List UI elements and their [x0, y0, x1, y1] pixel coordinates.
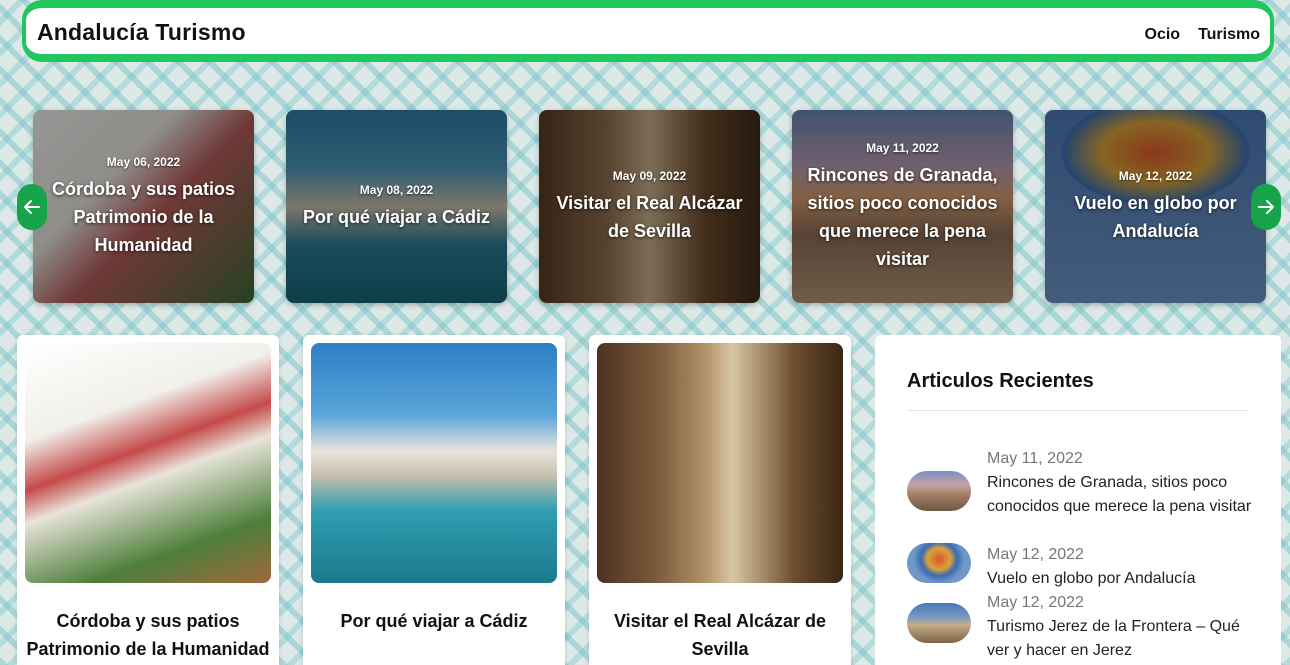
slide-title: Vuelo en globo por Andalucía: [1074, 192, 1237, 241]
slide-title: Rincones de Granada, sitios poco conocid…: [807, 164, 998, 269]
slide-cordoba[interactable]: May 06, 2022 Córdoba y sus patios Patrim…: [33, 110, 254, 303]
slide-alcazar[interactable]: May 09, 2022 Visitar el Real Alcázar de …: [539, 110, 760, 303]
recent-date: May 12, 2022: [987, 546, 1084, 563]
arrow-right-icon: [1258, 200, 1274, 214]
arrow-left-icon: [24, 200, 40, 214]
site-header: Andalucía Turismo Ocio Turismo: [22, 0, 1274, 62]
slide-title: Por qué viajar a Cádiz: [302, 206, 491, 227]
slide-date: May 11, 2022: [866, 140, 939, 155]
featured-slider: May 06, 2022 Córdoba y sus patios Patrim…: [0, 110, 1290, 304]
slide-date: May 08, 2022: [359, 182, 434, 197]
slide-granada[interactable]: May 11, 2022 Rincones de Granada, sitios…: [792, 110, 1013, 303]
recent-date: May 11, 2022: [987, 450, 1083, 467]
recent-title[interactable]: Vuelo en globo por Andalucía: [987, 567, 1252, 591]
post-thumbnail[interactable]: [311, 343, 557, 583]
main-nav: Ocio Turismo: [1145, 26, 1261, 44]
nav-link-ocio[interactable]: Ocio: [1145, 26, 1181, 44]
recent-articles-widget: Articulos Recientes May 11, 2022 Rincone…: [875, 335, 1281, 665]
recent-thumbnail[interactable]: [907, 603, 971, 643]
slide-globo[interactable]: May 12, 2022 Vuelo en globo por Andalucí…: [1045, 110, 1266, 303]
recent-title[interactable]: Rincones de Granada, sitios poco conocid…: [987, 471, 1252, 519]
recent-title[interactable]: Turismo Jerez de la Frontera – Qué ver y…: [987, 615, 1252, 663]
slide-date: May 09, 2022: [612, 168, 687, 183]
recent-date: May 12, 2022: [987, 594, 1084, 611]
recent-thumbnail[interactable]: [907, 471, 971, 511]
slide-cadiz[interactable]: May 08, 2022 Por qué viajar a Cádiz: [286, 110, 507, 303]
post-title[interactable]: Visitar el Real Alcázar de Sevilla: [595, 607, 845, 663]
post-thumbnail[interactable]: [25, 343, 271, 583]
post-card: Córdoba y sus patios Patrimonio de la Hu…: [17, 335, 279, 665]
slide-date: May 12, 2022: [1118, 168, 1193, 183]
widget-title: Articulos Recientes: [907, 370, 1094, 392]
slider-next-button[interactable]: [1251, 184, 1281, 230]
divider: [907, 410, 1249, 411]
recent-thumbnail[interactable]: [907, 543, 971, 583]
slide-date: May 06, 2022: [106, 154, 181, 169]
post-card: Visitar el Real Alcázar de Sevilla: [589, 335, 851, 665]
post-card: Por qué viajar a Cádiz: [303, 335, 565, 665]
slider-prev-button[interactable]: [17, 184, 47, 230]
slide-title: Visitar el Real Alcázar de Sevilla: [556, 192, 743, 241]
slide-title: Córdoba y sus patios Patrimonio de la Hu…: [51, 178, 236, 255]
site-title[interactable]: Andalucía Turismo: [37, 19, 246, 46]
post-title[interactable]: Córdoba y sus patios Patrimonio de la Hu…: [23, 607, 273, 663]
post-title[interactable]: Por qué viajar a Cádiz: [309, 607, 559, 635]
nav-link-turismo[interactable]: Turismo: [1198, 26, 1260, 44]
post-thumbnail[interactable]: [597, 343, 843, 583]
